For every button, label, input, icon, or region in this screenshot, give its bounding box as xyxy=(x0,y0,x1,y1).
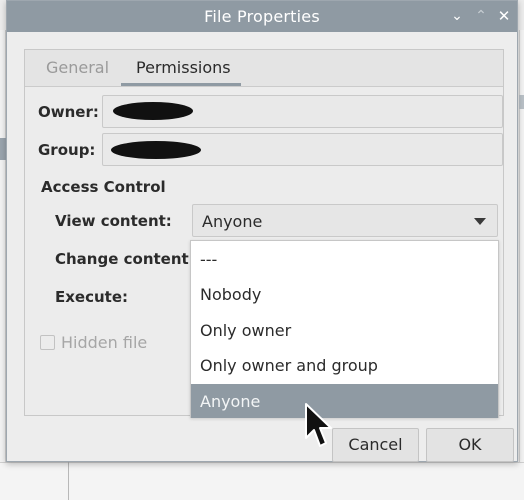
dropdown-option[interactable]: Only owner xyxy=(191,313,498,349)
view-content-dropdown-list: --- Nobody Only owner Only owner and gro… xyxy=(190,240,499,418)
cancel-button[interactable]: Cancel xyxy=(332,428,419,462)
background-right-marker xyxy=(519,95,524,109)
owner-redaction xyxy=(113,102,193,120)
window-title: File Properties xyxy=(204,7,320,26)
dropdown-option[interactable]: Only owner and group xyxy=(191,348,498,384)
ok-button[interactable]: OK xyxy=(426,428,514,462)
tab-permissions[interactable]: Permissions xyxy=(136,58,231,77)
chevron-down-icon xyxy=(474,218,486,225)
background-bottom-row xyxy=(0,462,524,500)
group-redaction xyxy=(111,141,201,159)
owner-label: Owner: xyxy=(38,103,99,121)
dropdown-option[interactable]: Nobody xyxy=(191,277,498,313)
change-content-label: Change content: xyxy=(55,250,195,268)
view-content-label: View content: xyxy=(55,212,172,230)
dropdown-option-label: Only owner and group xyxy=(200,356,378,375)
group-field xyxy=(102,133,503,166)
view-content-value: Anyone xyxy=(202,212,263,231)
tab-bar: General Permissions xyxy=(25,50,503,87)
dropdown-option[interactable]: --- xyxy=(191,242,498,278)
dropdown-option-label: Nobody xyxy=(200,285,262,304)
dropdown-option-highlighted[interactable]: Anyone xyxy=(191,384,498,418)
close-icon[interactable]: ✕ xyxy=(494,6,514,26)
dropdown-option-label: Only owner xyxy=(200,321,292,340)
hidden-file-checkbox[interactable] xyxy=(40,335,55,350)
access-control-heading: Access Control xyxy=(41,178,166,196)
title-bar[interactable]: File Properties ⌄ ⌃ ✕ xyxy=(7,1,517,32)
minimize-icon[interactable]: ⌄ xyxy=(447,6,467,26)
group-label: Group: xyxy=(38,141,96,159)
owner-field xyxy=(102,95,503,128)
dropdown-option-label: --- xyxy=(200,250,218,269)
dropdown-option-label: Anyone xyxy=(200,392,261,411)
hidden-file-label: Hidden file xyxy=(61,333,148,352)
execute-label: Execute: xyxy=(55,288,129,306)
tab-general[interactable]: General xyxy=(46,58,109,77)
active-tab-indicator xyxy=(121,83,241,86)
view-content-combobox[interactable]: Anyone xyxy=(192,204,498,237)
maximize-icon[interactable]: ⌃ xyxy=(471,6,491,26)
mouse-pointer-icon xyxy=(305,403,332,447)
background-bottom-divider xyxy=(68,462,69,500)
